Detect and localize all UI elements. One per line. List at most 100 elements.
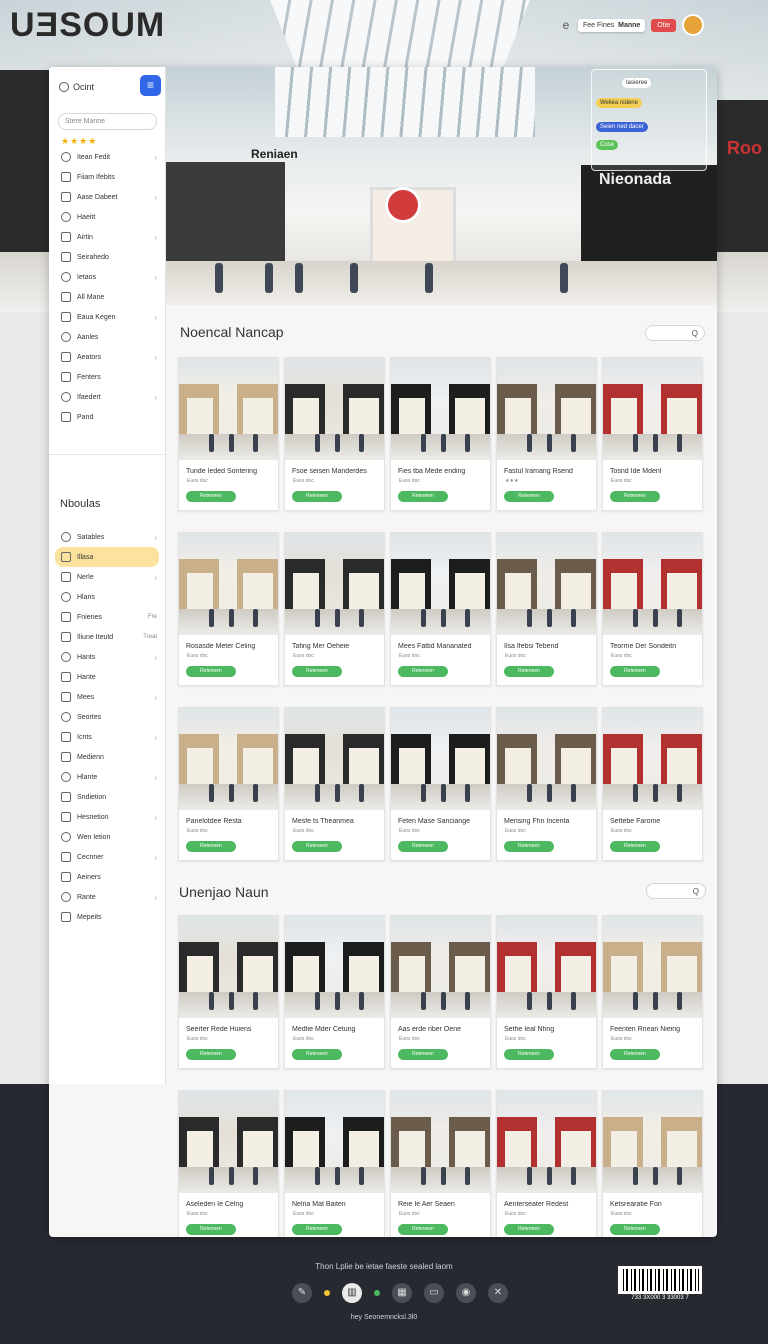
sidebar-item[interactable]: Aanles	[49, 327, 165, 347]
store-card[interactable]: Reie Ie Aer Seaen Euos doc Reteneen	[390, 1090, 491, 1237]
sidebar-item[interactable]: Cecnner ›	[49, 847, 165, 867]
sidebar-item[interactable]: Fiiam Ifebits	[49, 167, 165, 187]
store-card-button[interactable]: Reteneen	[504, 491, 554, 502]
sidebar-item[interactable]: Itean Fedit ›	[49, 147, 165, 167]
hamburger-menu-button[interactable]: ≡	[140, 75, 161, 96]
store-card[interactable]: Fsoe seisen Manderdes Euos doc Reteneen	[284, 357, 385, 511]
sidebar-item[interactable]: Ifaedert ›	[49, 387, 165, 407]
sidebar-item[interactable]: Pand	[49, 407, 165, 427]
sidebar-item[interactable]: Hlante ›	[49, 767, 165, 787]
store-card[interactable]: Ketsrearatie Fon Euos doc Reteneen	[602, 1090, 703, 1237]
store-card[interactable]: Mensing Fhn Incenta Euos doc Reteneen	[496, 707, 597, 861]
store-card[interactable]: Aseleden Ie Celng Euos doc Reteneen	[178, 1090, 279, 1237]
store-card[interactable]: Fastul Iramang Rsend ★★★ Reteneen	[496, 357, 597, 511]
hero-tool-button-1[interactable]: Iasieree	[622, 78, 652, 88]
store-card-button[interactable]: Reteneen	[610, 491, 660, 502]
sidebar-item[interactable]: Seortes	[49, 707, 165, 727]
store-card[interactable]: Tafing Mer Oeheie Euos doc Reteneen	[284, 532, 385, 686]
sidebar-item[interactable]: Fenters	[49, 367, 165, 387]
store-card-button[interactable]: Reteneen	[292, 666, 342, 677]
sidebar-item[interactable]: Wen Ietion	[49, 827, 165, 847]
store-card-button[interactable]: Reteneen	[398, 666, 448, 677]
sidebar-search-input[interactable]: Stere Manne	[58, 113, 157, 130]
store-card[interactable]: Fies tba Mede ending Euos doc Reteneen	[390, 357, 491, 511]
sidebar-item[interactable]: Eaua Kegen ›	[49, 307, 165, 327]
store-card[interactable]: Feten Mase Sanciange Euos doc Reteneen	[390, 707, 491, 861]
sidebar-item[interactable]: Aeiners	[49, 867, 165, 887]
store-card-button[interactable]: Reteneen	[610, 1049, 660, 1060]
store-card-button[interactable]: Reteneen	[292, 1224, 342, 1235]
store-card[interactable]: Panelotdee Resta Euos doc Reteneen	[178, 707, 279, 861]
hero-tool-button-3[interactable]: Seien ned dacer	[596, 122, 648, 132]
store-card[interactable]: Teorme Der Sondeitn Euos doc Reteneen	[602, 532, 703, 686]
sidebar-item[interactable]: Aase Dabeet ›	[49, 187, 165, 207]
hero-tool-button-2[interactable]: Weliea nidene	[596, 98, 642, 108]
sidebar-item[interactable]: All Mane	[49, 287, 165, 307]
store-card-button[interactable]: Reteneen	[504, 666, 554, 677]
sidebar-item[interactable]: Iliune Iteutd Treat	[49, 627, 165, 647]
e-icon[interactable]: e	[560, 18, 572, 32]
store-card[interactable]: Rosasde Meter Celing Euos doc Reteneen	[178, 532, 279, 686]
store-card-button[interactable]: Reteneen	[504, 1049, 554, 1060]
store-card-button[interactable]: Reteneen	[610, 666, 660, 677]
sidebar-item[interactable]: Mees ›	[49, 687, 165, 707]
calendar-icon[interactable]: ▦	[392, 1283, 412, 1303]
store-card-button[interactable]: Reteneen	[292, 841, 342, 852]
store-card-button[interactable]: Reteneen	[398, 1224, 448, 1235]
store-card-button[interactable]: Reteneen	[292, 491, 342, 502]
store-card-button[interactable]: Reteneen	[186, 491, 236, 502]
leaf-icon[interactable]: ✎	[292, 1283, 312, 1303]
store-card[interactable]: Seerter Rede Huiens Euos doc Reteneen	[178, 915, 279, 1069]
grid-icon[interactable]: ▥	[342, 1283, 362, 1303]
sidebar-item[interactable]: Illasa	[55, 547, 159, 567]
store-card-button[interactable]: Reteneen	[186, 841, 236, 852]
sidebar-item[interactable]: Nerle ›	[49, 567, 165, 587]
sidebar-item[interactable]: Sndietion	[49, 787, 165, 807]
store-card[interactable]: Sethe Ieal Nhng Euos doc Reteneen	[496, 915, 597, 1069]
store-card-button[interactable]: Reteneen	[398, 1049, 448, 1060]
sidebar-item[interactable]: Hlans	[49, 587, 165, 607]
store-card-button[interactable]: Reteneen	[186, 1224, 236, 1235]
sidebar-item[interactable]: Mepeits	[49, 907, 165, 927]
store-card-button[interactable]: Reteneen	[398, 491, 448, 502]
section-search-1[interactable]: Q	[645, 325, 705, 341]
sidebar-item[interactable]: Satables ›	[49, 527, 165, 547]
sidebar-item[interactable]: Medienn	[49, 747, 165, 767]
sidebar-item[interactable]: Hante	[49, 667, 165, 687]
store-card[interactable]: Aenterseater Redest Euos doc Reteneen	[496, 1090, 597, 1237]
store-card-button[interactable]: Reteneen	[186, 1049, 236, 1060]
store-card[interactable]: Tunde Ieded Sontering Euos doc Reteneen	[178, 357, 279, 511]
sidebar-item[interactable]: Airtin ›	[49, 227, 165, 247]
avatar[interactable]	[682, 14, 705, 36]
store-card-button[interactable]: Reteneen	[292, 1049, 342, 1060]
sidebar-item[interactable]: Fnienes Fre	[49, 607, 165, 627]
tools-icon[interactable]: ✕	[488, 1283, 508, 1303]
store-card-button[interactable]: Reteneen	[610, 1224, 660, 1235]
store-card[interactable]: Medtie Mder Cetung Euos doc Reteneen	[284, 915, 385, 1069]
store-card[interactable]: Settebe Farome Euos doc Reteneen	[602, 707, 703, 861]
hero-tool-button-4[interactable]: Cose	[596, 140, 619, 150]
store-card[interactable]: Nelna Mat Baiten Euos doc Reteneen	[284, 1090, 385, 1237]
store-card[interactable]: Feenten Rnean Nieing Euos doc Reteneen	[602, 915, 703, 1069]
store-card[interactable]: Aas erde nber Oene Euos doc Reteneen	[390, 915, 491, 1069]
sidebar-item[interactable]: Hants ›	[49, 647, 165, 667]
store-card-button[interactable]: Reteneen	[610, 841, 660, 852]
sidebar-item[interactable]: Aeators ›	[49, 347, 165, 367]
sidebar-item[interactable]: Rante ›	[49, 887, 165, 907]
sidebar-item[interactable]: Seirahedo	[49, 247, 165, 267]
store-card-button[interactable]: Reteneen	[398, 841, 448, 852]
location-icon[interactable]: ◉	[456, 1283, 476, 1303]
store-card-button[interactable]: Reteneen	[186, 666, 236, 677]
sidebar-item[interactable]: Haeitt	[49, 207, 165, 227]
section-search-2[interactable]: Q	[646, 883, 706, 899]
sidebar-item[interactable]: Icnts ›	[49, 727, 165, 747]
sidebar-item[interactable]: Hesnetion ›	[49, 807, 165, 827]
store-card-button[interactable]: Reteneen	[504, 841, 554, 852]
store-card-button[interactable]: Reteneen	[504, 1224, 554, 1235]
top-red-badge[interactable]: Otie	[651, 18, 677, 32]
sidebar-item[interactable]: Ietaos ›	[49, 267, 165, 287]
store-card[interactable]: Mesfe ts Theanmea Euos doc Reteneen	[284, 707, 385, 861]
top-pill[interactable]: Fee Fines Manne	[578, 18, 646, 32]
folder-icon[interactable]: ▭	[424, 1283, 444, 1303]
store-card[interactable]: Tosnd Ide Mdenl Euos doc Reteneen	[602, 357, 703, 511]
